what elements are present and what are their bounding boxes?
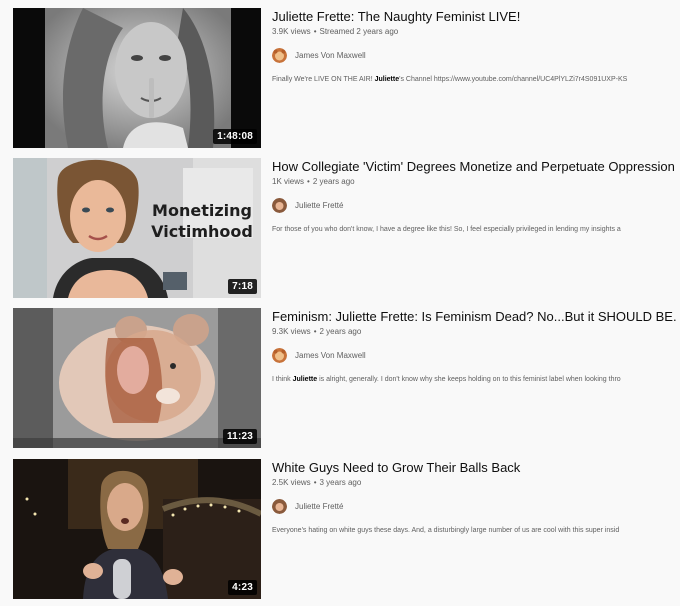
thumbnail-image-dark-room	[13, 459, 261, 599]
description-highlight: Juliette	[374, 76, 400, 83]
description-highlight: Juliette	[292, 376, 318, 383]
upload-age: 2 years ago	[319, 327, 362, 336]
meta-separator: •	[313, 327, 317, 336]
video-duration: 4:23	[228, 580, 257, 595]
video-info: White Guys Need to Grow Their Balls Back…	[272, 459, 680, 599]
woman-avatar-icon	[272, 197, 287, 213]
channel-link[interactable]: James Von Maxwell	[272, 47, 366, 63]
video-result[interactable]: 11:23 Feminism: Juliette Frette: Is Femi…	[0, 308, 680, 448]
view-count: 3.9K views	[272, 27, 311, 36]
video-thumbnail[interactable]: 1:48:08	[13, 8, 261, 148]
video-result[interactable]: 4:23 White Guys Need to Grow Their Balls…	[0, 459, 680, 599]
video-duration: 1:48:08	[213, 129, 257, 144]
video-title[interactable]: Juliette Frette: The Naughty Feminist LI…	[272, 9, 520, 25]
view-count: 1K views	[272, 177, 305, 186]
video-result[interactable]: Monetizing Victimhood 7:18 How Collegiat…	[0, 158, 680, 298]
video-meta: 1K views • 2 years ago	[272, 177, 355, 186]
description-text: Finally We're LIVE ON THE AIR!	[272, 76, 375, 83]
video-duration: 7:18	[228, 279, 257, 294]
video-description: Everyone's hating on white guys these da…	[272, 527, 619, 534]
upload-age: Streamed 2 years ago	[319, 27, 399, 36]
description-text: I think	[272, 376, 293, 383]
description-text: For those of you who don't know, I have …	[272, 226, 621, 233]
meta-separator: •	[313, 478, 317, 487]
upload-age: 2 years ago	[312, 177, 355, 186]
video-description: Finally We're LIVE ON THE AIR! Juliette'…	[272, 76, 627, 83]
description-text: 's Channel https://www.youtube.com/chann…	[399, 76, 628, 83]
channel-name: Juliette Fretté	[295, 501, 344, 511]
video-info: How Collegiate 'Victim' Degrees Monetize…	[272, 158, 680, 298]
overlay-line: Monetizing	[152, 201, 252, 220]
channel-name: James Von Maxwell	[295, 350, 366, 360]
description-text: is alright, generally. I don't know why …	[317, 376, 621, 383]
upload-age: 3 years ago	[319, 478, 362, 487]
video-description: I think Juliette is alright, generally. …	[272, 376, 621, 383]
video-description: For those of you who don't know, I have …	[272, 226, 621, 233]
video-thumbnail[interactable]: Monetizing Victimhood 7:18	[13, 158, 261, 298]
thumbnail-image-bw-portrait	[13, 8, 261, 148]
thumbnail-image-hamster-overlay	[13, 308, 261, 448]
view-count: 9.3K views	[272, 327, 311, 336]
video-result[interactable]: 1:48:08 Juliette Frette: The Naughty Fem…	[0, 8, 680, 148]
video-thumbnail[interactable]: 11:23	[13, 308, 261, 448]
channel-link[interactable]: Juliette Fretté	[272, 498, 343, 514]
view-count: 2.5K views	[272, 478, 311, 487]
search-results-list: 1:48:08 Juliette Frette: The Naughty Fem…	[0, 0, 680, 606]
woman-avatar-icon	[272, 498, 287, 514]
description-text: Everyone's hating on white guys these da…	[272, 527, 620, 534]
meta-separator: •	[307, 177, 310, 186]
channel-link[interactable]: James Von Maxwell	[272, 347, 366, 363]
video-info: Feminism: Juliette Frette: Is Feminism D…	[272, 308, 680, 448]
hamster-avatar-icon	[272, 347, 287, 363]
hamster-avatar-icon	[272, 47, 287, 63]
channel-name: Juliette Fretté	[295, 200, 344, 210]
video-duration: 11:23	[222, 429, 257, 444]
video-meta: 9.3K views • 2 years ago	[272, 327, 361, 336]
video-meta: 3.9K views • Streamed 2 years ago	[272, 27, 398, 36]
video-title[interactable]: Feminism: Juliette Frette: Is Feminism D…	[272, 309, 680, 325]
video-meta: 2.5K views • 3 years ago	[272, 478, 361, 487]
meta-separator: •	[313, 27, 317, 36]
video-thumbnail[interactable]: 4:23	[13, 459, 261, 599]
video-title[interactable]: White Guys Need to Grow Their Balls Back	[272, 460, 520, 476]
channel-link[interactable]: Juliette Fretté	[272, 197, 343, 213]
overlay-line: Victimhood	[151, 222, 253, 241]
video-info: Juliette Frette: The Naughty Feminist LI…	[272, 8, 680, 148]
thumbnail-overlay-text: Monetizing Victimhood	[149, 200, 255, 242]
video-title[interactable]: How Collegiate 'Victim' Degrees Monetize…	[272, 159, 675, 175]
channel-name: James Von Maxwell	[295, 50, 366, 60]
